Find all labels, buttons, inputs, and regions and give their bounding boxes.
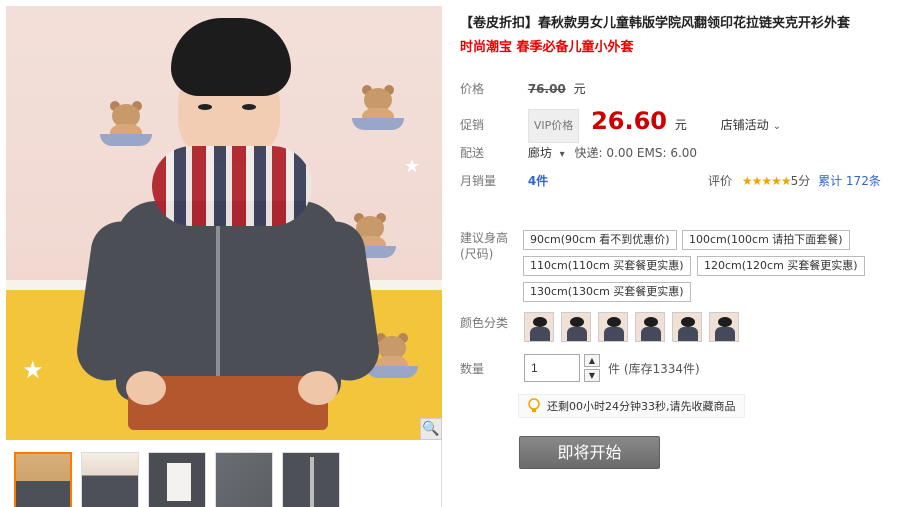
countdown-text: 还剩00小时24分钟33秒,请先收藏商品 [547, 400, 736, 413]
size-option-130[interactable]: 130cm(130cm 买套餐更实惠) [523, 282, 691, 302]
promo-price: 26.60 [591, 107, 667, 135]
quantity-decrement-button[interactable]: ▼ [584, 369, 600, 382]
color-swatch[interactable] [672, 312, 702, 342]
child-model [66, 16, 383, 440]
countdown-notice: 还剩00小时24分钟33秒,请先收藏商品 [518, 394, 745, 418]
color-label: 颜色分类 [460, 316, 509, 330]
stock-info: 件 (库存1334件) [608, 362, 700, 376]
caret-down-icon: ▾ [559, 149, 565, 160]
size-option-110[interactable]: 110cm(110cm 买套餐更实惠) [523, 256, 691, 276]
thumbnail-4[interactable] [215, 452, 273, 507]
color-swatch[interactable] [635, 312, 665, 342]
quantity-input[interactable] [524, 354, 580, 382]
product-subtitle: 时尚潮宝 春季必备儿童小外套 [460, 40, 634, 55]
zoom-icon[interactable]: 🔍 [420, 418, 442, 440]
promo-unit: 元 [674, 118, 687, 132]
size-option-100[interactable]: 100cm(100cm 请拍下面套餐) [682, 230, 850, 250]
product-info: 【卷皮折扣】春秋款男女儿童韩版学院风翻领印花拉链夹克开衫外套 时尚潮宝 春季必备… [460, 14, 895, 55]
review-label: 评价 [708, 174, 733, 188]
store-activity-dropdown[interactable]: 店铺活动 ⌄ [721, 118, 781, 132]
vip-price-tag: VIP价格 [527, 109, 580, 143]
color-swatch[interactable] [561, 312, 591, 342]
lightbulb-icon [527, 398, 541, 414]
product-gallery: ★ ★ 🔍 [6, 6, 442, 507]
color-swatch[interactable] [598, 312, 628, 342]
review-count-link[interactable]: 累计 172条 [818, 174, 881, 188]
shipping-row: 配送 廊坊 ▾ 快递: 0.00 EMS: 6.00 [460, 144, 697, 161]
price-label: 价格 [460, 82, 485, 96]
original-price: 76.00 [527, 82, 566, 96]
sales-count: 4件 [527, 174, 549, 188]
color-swatches [524, 312, 739, 342]
shipping-fee: 快递: 0.00 EMS: 6.00 [574, 146, 698, 160]
shipping-origin: 廊坊 [527, 146, 552, 160]
color-swatch[interactable] [524, 312, 554, 342]
price-row: 价格 76.00 元 [460, 80, 586, 97]
quantity-increment-button[interactable]: ▲ [584, 354, 600, 367]
store-activity-label: 店铺活动 [720, 118, 769, 132]
promo-label: 促销 [460, 118, 485, 132]
size-option-90[interactable]: 90cm(90cm 看不到优惠价) [523, 230, 677, 250]
sales-row: 月销量 4件 [460, 172, 548, 189]
thumbnail-1[interactable] [14, 452, 72, 507]
thumbnail-5[interactable] [282, 452, 340, 507]
promo-row: 促销 VIP价格 26.60 元 店铺活动 ⌄ [460, 106, 781, 143]
chevron-down-icon: ⌄ [772, 121, 782, 132]
product-title: 【卷皮折扣】春秋款男女儿童韩版学院风翻领印花拉链夹克开衫外套 [460, 16, 851, 31]
star-decoration: ★ [404, 156, 421, 177]
coming-soon-button[interactable]: 即将开始 [519, 436, 660, 469]
thumbnail-2[interactable] [81, 452, 139, 507]
color-selector: 颜色分类 [460, 312, 739, 342]
review-summary: 评价 ★★★★★5分 累计 172条 [708, 172, 881, 189]
star-rating-icon: ★★★★★ [741, 174, 792, 188]
color-swatch[interactable] [709, 312, 739, 342]
price-unit: 元 [573, 82, 586, 96]
thumbnail-3[interactable] [148, 452, 206, 507]
shipping-label: 配送 [460, 146, 485, 160]
sales-label: 月销量 [460, 174, 497, 188]
size-label: 建议身高(尺码) [460, 231, 509, 261]
main-product-image[interactable]: ★ ★ 🔍 [6, 6, 442, 440]
thumbnail-strip [14, 452, 340, 507]
review-score: 5分 [790, 174, 811, 188]
size-option-120[interactable]: 120cm(120cm 买套餐更实惠) [697, 256, 865, 276]
quantity-label: 数量 [460, 362, 485, 376]
quantity-row: 数量 ▲ ▼ 件 (库存1334件) [460, 354, 700, 382]
shipping-origin-select[interactable]: 廊坊 ▾ [528, 146, 565, 160]
star-decoration: ★ [22, 356, 44, 384]
